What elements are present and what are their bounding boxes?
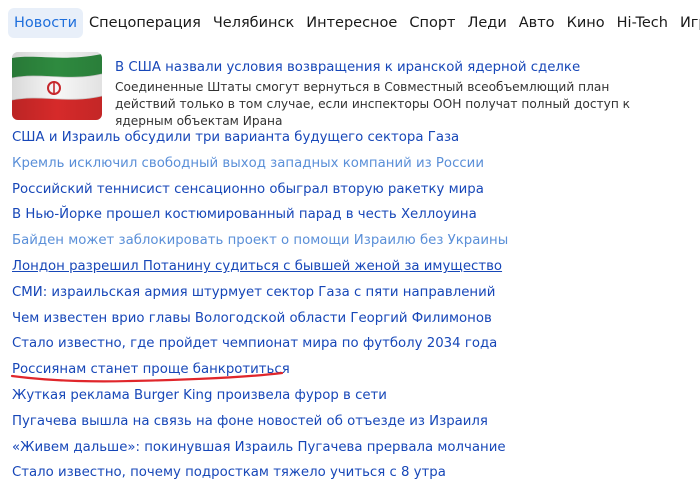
news-item-annotated[interactable]: Россиянам станет проще банкротиться <box>12 357 690 383</box>
news-category-tabs: Новости Спецоперация Челябинск Интересно… <box>8 8 700 38</box>
tab-chelyabinsk[interactable]: Челябинск <box>207 8 300 38</box>
news-item[interactable]: Пугачева вышла на связь на фоне новостей… <box>12 409 690 435</box>
news-item[interactable]: Российский теннисист сенсационно обыграл… <box>12 177 690 203</box>
tab-igry[interactable]: Игры <box>674 8 700 38</box>
iran-flag-icon <box>12 52 102 120</box>
news-item[interactable]: Жуткая реклама Burger King произвела фур… <box>12 383 690 409</box>
news-item[interactable]: Кремль исключил свободный выход западных… <box>12 151 690 177</box>
tab-ledi[interactable]: Леди <box>461 8 512 38</box>
news-item[interactable]: СМИ: израильская армия штурмует сектор Г… <box>12 280 690 306</box>
tab-specoperaciya[interactable]: Спецоперация <box>83 8 207 38</box>
news-item[interactable]: Стало известно, почему подросткам тяжело… <box>12 460 690 486</box>
tab-sport[interactable]: Спорт <box>403 8 461 38</box>
tab-kino[interactable]: Кино <box>561 8 611 38</box>
lead-story-title[interactable]: В США назвали условия возвращения к иран… <box>115 59 580 77</box>
lead-story-image[interactable] <box>12 52 102 120</box>
news-item[interactable]: «Живем дальше»: покинувшая Израиль Пугач… <box>12 435 690 461</box>
news-item[interactable]: Чем известен врио главы Вологодской обла… <box>12 306 690 332</box>
news-list: США и Израиль обсудили три варианта буду… <box>12 125 690 486</box>
news-item[interactable]: Байден может заблокировать проект о помо… <box>12 228 690 254</box>
lead-story: В США назвали условия возвращения к иран… <box>12 52 690 128</box>
news-item[interactable]: Стало известно, где пройдет чемпионат ми… <box>12 331 690 357</box>
tab-novosti[interactable]: Новости <box>8 8 84 38</box>
tab-interesnoe[interactable]: Интересное <box>300 8 403 38</box>
tab-avto[interactable]: Авто <box>513 8 561 38</box>
tab-hi-tech[interactable]: Hi-Tech <box>611 8 674 38</box>
news-item[interactable]: США и Израиль обсудили три варианта буду… <box>12 125 690 151</box>
news-item-hovered[interactable]: Лондон разрешил Потанину судиться с бывш… <box>12 254 690 280</box>
lead-story-summary: Соединенные Штаты смогут вернуться в Сов… <box>115 80 631 128</box>
news-item[interactable]: В Нью-Йорке прошел костюмированный парад… <box>12 202 690 228</box>
